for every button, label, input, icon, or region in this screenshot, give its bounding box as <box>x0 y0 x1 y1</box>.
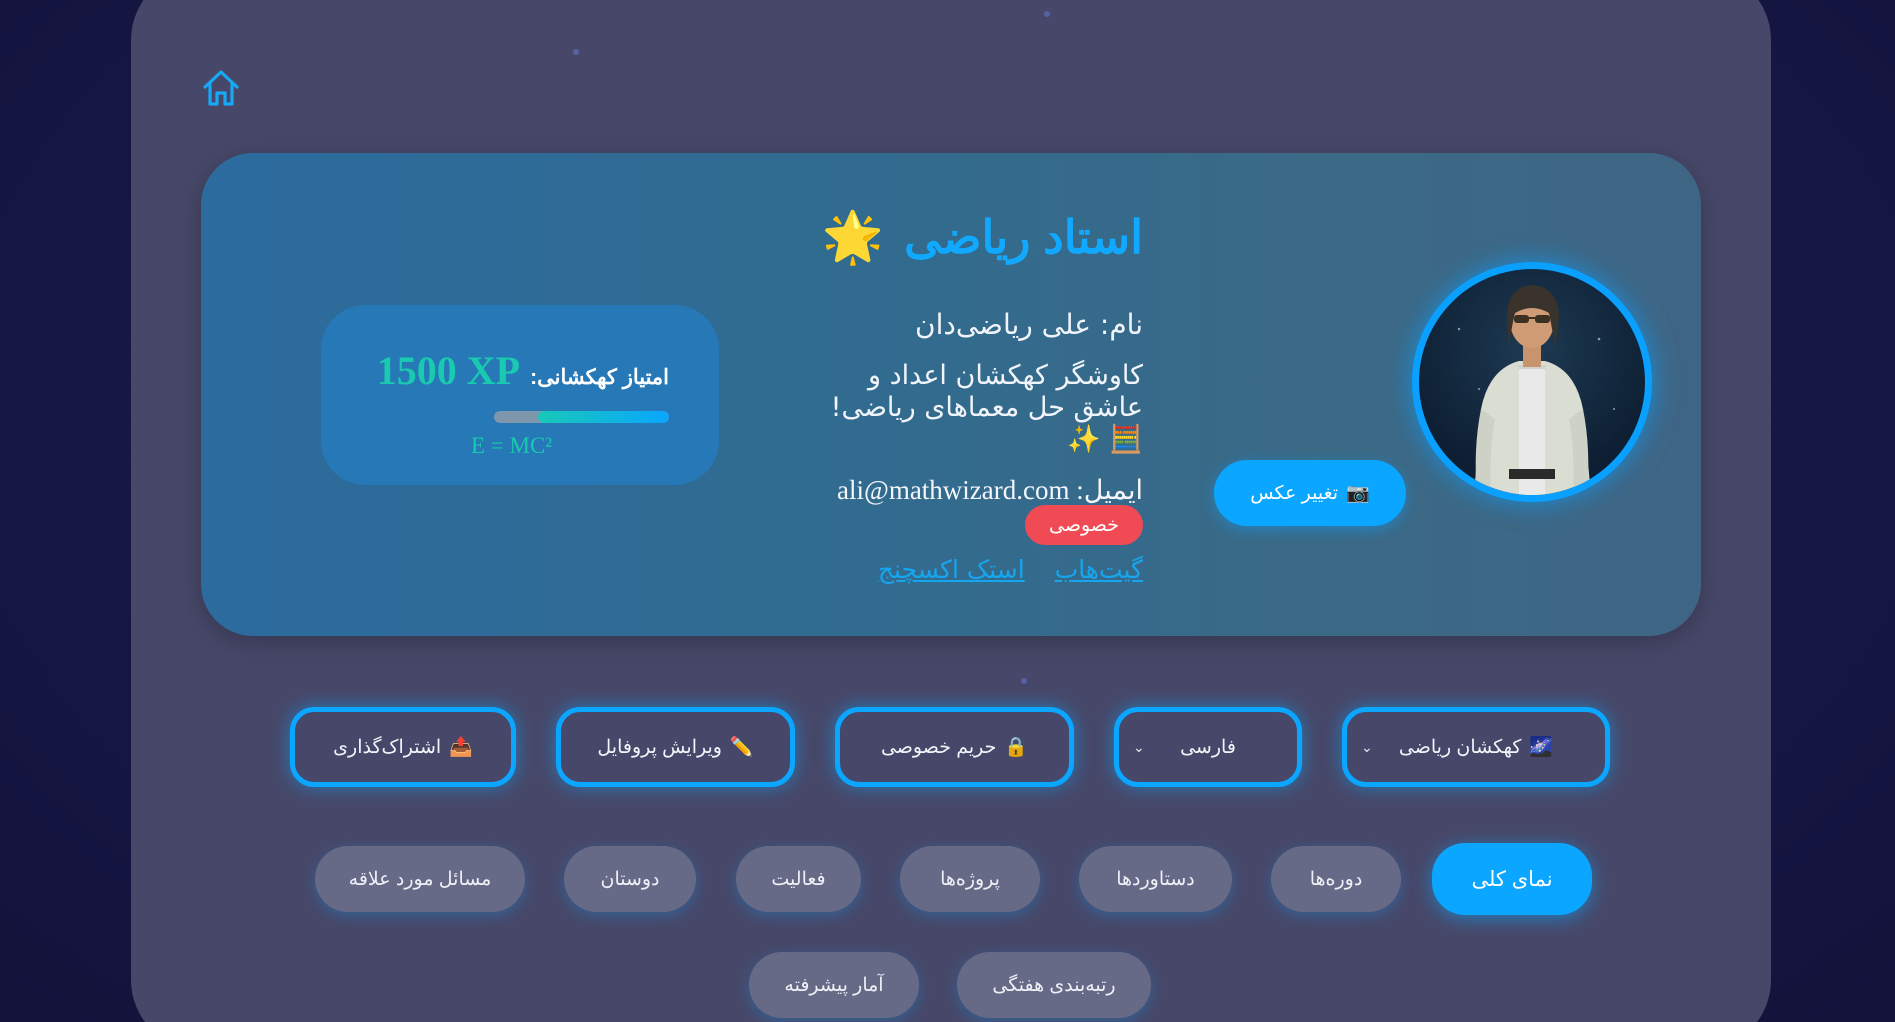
bio-line: عاشق حل معماهای ریاضی! <box>830 392 1143 423</box>
privacy-button[interactable]: 🔒 حریم خصوصی <box>835 707 1074 787</box>
change-photo-label: تغییر عکس <box>1250 482 1339 504</box>
profile-name: نام: علی ریاضی‌دان <box>915 308 1143 341</box>
profile-links: گیت‌هاب استک اکسچنج <box>878 555 1143 584</box>
stackexchange-link[interactable]: استک اکسچنج <box>878 555 1025 584</box>
lock-icon: 🔒 <box>1004 737 1029 758</box>
share-button[interactable]: 📤 اشتراک‌گذاری <box>290 707 516 787</box>
language-select[interactable]: فارسی ⌄ <box>1114 707 1302 787</box>
bio-emojis: 🧮 ✨ <box>1067 424 1143 455</box>
bio-line: کاوشگر کهکشان اعداد و <box>868 360 1143 391</box>
avatar <box>1412 262 1652 502</box>
profile-bio: کاوشگر کهکشان اعداد و عاشق حل معماهای ری… <box>803 360 1143 456</box>
edit-profile-button[interactable]: ✏️ ویرایش پروفایل <box>556 707 795 787</box>
xp-label: امتیاز کهکشانی: <box>530 366 669 389</box>
language-select-value: فارسی <box>1180 736 1236 758</box>
decor-dot <box>1021 678 1027 684</box>
github-link[interactable]: گیت‌هاب <box>1055 555 1143 584</box>
email-label: ایمیل: <box>1076 475 1143 505</box>
tab-achievements[interactable]: دستاوردها <box>1079 846 1232 912</box>
galaxy-icon: 🌌 <box>1529 737 1554 758</box>
tab-courses[interactable]: دوره‌ها <box>1271 846 1401 912</box>
profile-title-row: استاد ریاضی 🌟 <box>822 210 1143 264</box>
edit-profile-label: ویرایش پروفایل <box>597 736 722 758</box>
chevron-down-icon: ⌄ <box>1133 738 1145 755</box>
page-title: استاد ریاضی <box>904 211 1143 263</box>
email-value: ali@mathwizard.com <box>836 475 1070 505</box>
xp-formula: E = MC² <box>471 433 553 458</box>
share-icon: 📤 <box>449 737 473 758</box>
tab-friends[interactable]: دوستان <box>564 846 696 912</box>
tab-advanced-stats[interactable]: آمار پیشرفته <box>749 952 919 1018</box>
xp-card: امتیاز کهکشانی: 1500 XP E = MC² <box>321 305 719 485</box>
camera-icon: 📷 <box>1346 483 1370 504</box>
galaxy-select-value: کهکشان ریاضی <box>1398 736 1522 758</box>
privacy-button-label: حریم خصوصی <box>880 736 997 758</box>
xp-value: 1500 XP <box>376 348 521 393</box>
xp-progress-bar <box>494 411 669 423</box>
decor-dot <box>573 49 579 55</box>
private-badge: خصوصی <box>1025 505 1143 545</box>
xp-progress-fill <box>537 411 669 423</box>
share-button-label: اشتراک‌گذاری <box>333 736 442 758</box>
tab-overview[interactable]: نمای کلی <box>1432 843 1592 915</box>
tab-projects[interactable]: پروژه‌ها <box>900 846 1040 912</box>
name-value: علی ریاضی‌دان <box>915 308 1091 341</box>
chevron-down-icon: ⌄ <box>1361 738 1373 755</box>
tab-weekly-ranking[interactable]: رتبه‌بندی هفتگی <box>957 952 1151 1018</box>
change-photo-button[interactable]: 📷 تغییر عکس <box>1214 460 1406 526</box>
xp-row: امتیاز کهکشانی: 1500 XP <box>377 347 669 394</box>
name-label: نام: <box>1099 308 1143 341</box>
tab-activity[interactable]: فعالیت <box>736 846 861 912</box>
home-icon[interactable] <box>199 66 243 110</box>
profile-email: ایمیل: ali@mathwizard.com <box>837 475 1143 506</box>
galaxy-select[interactable]: 🌌 کهکشان ریاضی ⌄ <box>1342 707 1610 787</box>
decor-dot <box>1044 11 1050 17</box>
tab-favorite-problems[interactable]: مسائل مورد علاقه <box>315 846 525 912</box>
star-icon: 🌟 <box>821 208 885 266</box>
pencil-icon: ✏️ <box>729 737 754 758</box>
